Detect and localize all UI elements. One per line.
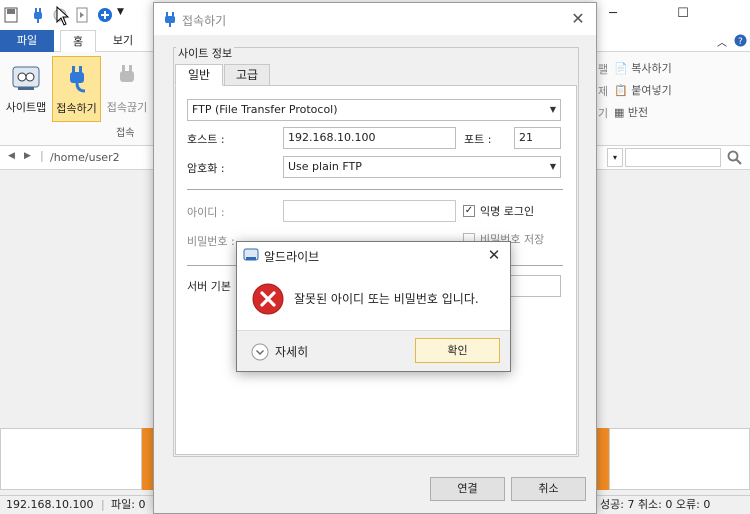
server-default-input[interactable]: [510, 275, 561, 297]
connect-dialog-title: 접속하기: [182, 14, 227, 28]
tab-home[interactable]: 홈: [60, 30, 96, 53]
minimize-button[interactable]: ─: [598, 4, 628, 24]
encryption-select[interactable]: Use plain FTP ▼: [283, 156, 561, 178]
partial-label-1: 팰: [598, 63, 609, 76]
id-label: 아이디 :: [187, 206, 225, 219]
chevron-down-circle-icon: [251, 343, 269, 361]
paste-icon: 📋: [614, 84, 628, 97]
details-label: 자세히: [275, 345, 309, 359]
page-icon[interactable]: [74, 7, 90, 23]
connect-label: 접속하기: [56, 102, 97, 115]
tab-advanced[interactable]: 고급: [224, 64, 270, 86]
error-icon: [252, 283, 284, 315]
anonymous-login-checkbox[interactable]: ✓: [463, 205, 475, 217]
search-input[interactable]: [625, 148, 721, 167]
mouse-cursor-icon: [56, 6, 70, 26]
copy-label: 복사하기: [631, 62, 672, 75]
transfer-queue-right: [609, 428, 750, 490]
connect-button[interactable]: 접속하기: [52, 56, 101, 122]
tab-general[interactable]: 일반: [175, 64, 223, 86]
sitemap-button[interactable]: 사이트맵: [2, 56, 50, 122]
port-value: 21: [519, 131, 533, 144]
aldrive-logo-icon: [243, 248, 259, 261]
maximize-button[interactable]: ☐: [668, 4, 698, 24]
id-input[interactable]: [283, 200, 456, 222]
paste-label: 붙여넣기: [631, 84, 672, 97]
search-icon[interactable]: [727, 150, 743, 166]
error-dialog-footer: 자세히 확인: [237, 330, 510, 371]
server-default-label: 서버 기본: [187, 280, 231, 293]
copy-icon: 📄: [614, 62, 628, 75]
plug-connect-icon: [69, 66, 85, 93]
encryption-value: Use plain FTP: [288, 160, 362, 173]
site-info-legend: 사이트 정보: [176, 45, 235, 61]
host-label: 호스트 :: [187, 133, 225, 146]
save-icon[interactable]: [4, 7, 18, 23]
error-dialog-titlebar: 알드라이브 ✕: [237, 242, 510, 268]
protocol-select[interactable]: FTP (File Transfer Protocol) ▼: [187, 99, 561, 121]
ribbon-group-label: 접속: [116, 128, 135, 139]
svg-text:?: ?: [738, 37, 743, 47]
connect-submit-button[interactable]: 연결: [430, 477, 505, 501]
connect-dialog-close-icon[interactable]: ✕: [566, 8, 590, 30]
cancel-button[interactable]: 취소: [511, 477, 586, 501]
password-label: 비밀번호 :: [187, 235, 235, 248]
chevron-down-icon: ▼: [549, 105, 557, 114]
port-label: 포트 :: [464, 133, 492, 146]
partial-label-2: 제: [598, 85, 609, 98]
tab-file[interactable]: 파일: [0, 30, 54, 52]
help-icon[interactable]: ?: [734, 34, 747, 47]
sitemap-icon: [12, 66, 40, 90]
customize-dropdown-icon[interactable]: ▼: [117, 7, 124, 23]
host-input[interactable]: 192.168.10.100: [283, 127, 456, 149]
disconnect-button[interactable]: 접속끊기: [103, 56, 151, 122]
divider: |: [40, 149, 44, 162]
tab-view[interactable]: 보기: [104, 30, 142, 52]
invert-icon: ▦: [614, 106, 625, 119]
search-bar: ▾: [597, 146, 750, 170]
encryption-label: 암호화 :: [187, 162, 225, 175]
invert-label: 반전: [627, 106, 649, 119]
status-summary: 성공: 7 취소: 0 오류: 0: [600, 498, 711, 511]
back-icon[interactable]: ◀: [8, 151, 15, 161]
error-dialog-close-icon[interactable]: ✕: [484, 245, 504, 265]
protocol-value: FTP (File Transfer Protocol): [192, 103, 338, 116]
divider: [187, 189, 563, 190]
connect-dialog-titlebar: 접속하기 ✕: [154, 3, 596, 35]
host-value: 192.168.10.100: [288, 131, 376, 144]
status-files: 파일: 0: [111, 498, 146, 511]
add-icon[interactable]: [97, 7, 113, 23]
chevron-down-icon: ▼: [549, 162, 557, 171]
error-dialog-body: 잘못된 아이디 또는 비밀번호 입니다.: [237, 268, 510, 330]
error-message: 잘못된 아이디 또는 비밀번호 입니다.: [294, 292, 479, 306]
status-divider: |: [101, 498, 105, 511]
plug-icon: [165, 12, 175, 27]
plug-disconnect-icon: [120, 65, 134, 82]
invert-button[interactable]: ▦ 반전: [614, 104, 648, 120]
error-dialog-title: 알드라이브: [264, 250, 320, 264]
copy-button[interactable]: 📄 복사하기: [614, 60, 672, 76]
partial-label-3: 기: [598, 107, 609, 120]
plug-icon[interactable]: [30, 7, 46, 23]
collapse-ribbon-icon[interactable]: ︿: [717, 34, 727, 49]
ok-button[interactable]: 확인: [415, 338, 500, 363]
sitemap-label: 사이트맵: [5, 101, 47, 114]
remote-address-bar: ◀ ▶ | /home/user2: [0, 146, 153, 170]
progress-strip-right: [597, 428, 609, 490]
transfer-queue-left: [0, 428, 142, 490]
forward-icon[interactable]: ▶: [24, 151, 31, 161]
paste-button[interactable]: 📋 붙여넣기: [614, 82, 672, 98]
port-input[interactable]: 21: [514, 127, 561, 149]
anonymous-login-label: 익명 로그인: [480, 205, 535, 218]
status-host: 192.168.10.100: [6, 498, 94, 511]
remote-path[interactable]: /home/user2: [50, 151, 120, 164]
details-toggle[interactable]: 자세히: [251, 343, 308, 361]
disconnect-label: 접속끊기: [106, 101, 148, 114]
error-dialog: 알드라이브 ✕ 잘못된 아이디 또는 비밀번호 입니다. 자세히 확인: [236, 241, 511, 372]
path-dropdown-icon[interactable]: ▾: [607, 148, 623, 167]
